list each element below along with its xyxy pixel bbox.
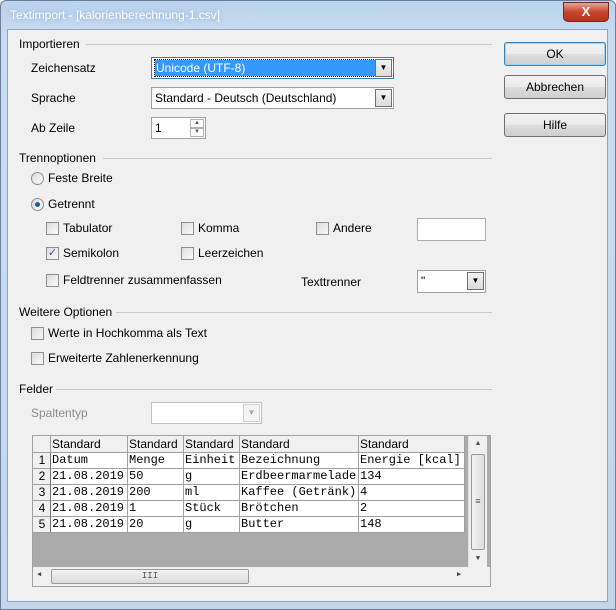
language-value: Standard - Deutsch (Deutschland) xyxy=(155,91,337,105)
text-delimiter-label: Texttrenner xyxy=(301,275,362,289)
fixed-width-label[interactable]: Feste Breite xyxy=(48,171,113,185)
comma-checkbox[interactable] xyxy=(181,222,194,235)
scroll-right-icon[interactable]: ▶ xyxy=(457,570,461,579)
merge-delimiters-label[interactable]: Feldtrenner zusammenfassen xyxy=(63,273,222,287)
grid-cell: 20 xyxy=(128,517,184,533)
from-row-spinner[interactable]: 1 ▲ ▼ xyxy=(151,117,206,139)
grid-cell: 4 xyxy=(359,485,465,501)
chevron-down-icon: ▼ xyxy=(243,404,260,422)
text-delimiter-value: " xyxy=(421,274,426,288)
ok-button[interactable]: OK xyxy=(504,42,606,66)
chevron-down-icon[interactable]: ▼ xyxy=(375,59,392,77)
grid-cell: Energie [kcal] xyxy=(359,453,465,469)
row-number[interactable]: 2 xyxy=(33,469,51,485)
row-number[interactable]: 4 xyxy=(33,501,51,517)
divider xyxy=(86,44,492,45)
chevron-down-icon[interactable]: ▼ xyxy=(375,89,392,107)
grid-cell: 148 xyxy=(359,517,465,533)
column-type-select[interactable]: ▼ xyxy=(151,402,262,424)
detect-special-label[interactable]: Erweiterte Zahlenerkennung xyxy=(48,351,199,365)
scroll-thumb[interactable]: ≡ xyxy=(471,454,485,550)
corner-cell[interactable] xyxy=(33,436,51,453)
tab-label[interactable]: Tabulator xyxy=(63,221,112,235)
space-checkbox[interactable] xyxy=(181,247,194,260)
other-checkbox[interactable] xyxy=(316,222,329,235)
grid-cell: 200 xyxy=(128,485,184,501)
separated-label[interactable]: Getrennt xyxy=(48,197,95,211)
grid-cell: Stück xyxy=(184,501,240,517)
section-other-options: Weitere Optionen xyxy=(19,305,113,319)
grid-cell: 2 xyxy=(359,501,465,517)
other-input[interactable] xyxy=(417,218,486,241)
grid-cell: 134 xyxy=(359,469,465,485)
grid-cell: Butter xyxy=(240,517,359,533)
text-delimiter-select[interactable]: " ▼ xyxy=(417,270,486,293)
grid-cell: 21.08.2019 xyxy=(51,501,128,517)
grid-cell: Erdbeermarmelade xyxy=(240,469,359,485)
grid-cell: Bezeichnung xyxy=(240,453,359,469)
language-select[interactable]: Standard - Deutsch (Deutschland) ▼ xyxy=(151,87,394,109)
column-header[interactable]: Standard xyxy=(184,436,240,453)
section-import: Importieren xyxy=(19,37,80,51)
grid-cell: Brötchen xyxy=(240,501,359,517)
grid-cell: 21.08.2019 xyxy=(51,469,128,485)
divider xyxy=(116,312,492,313)
charset-label: Zeichensatz xyxy=(31,61,96,75)
column-header[interactable]: Standard xyxy=(128,436,184,453)
quoted-as-text-label[interactable]: Werte in Hochkomma als Text xyxy=(48,326,207,340)
grid-cell: Menge xyxy=(128,453,184,469)
cancel-button[interactable]: Abbrechen xyxy=(504,75,606,99)
tab-checkbox[interactable] xyxy=(46,222,59,235)
merge-delimiters-checkbox[interactable] xyxy=(46,274,59,287)
divider xyxy=(56,389,492,390)
scroll-left-icon[interactable]: ◀ xyxy=(37,570,41,579)
grid-cell: ml xyxy=(184,485,240,501)
comma-label[interactable]: Komma xyxy=(198,221,239,235)
chevron-down-icon[interactable]: ▼ xyxy=(467,272,484,290)
scroll-up-icon[interactable]: ▲ xyxy=(469,436,487,452)
grid-cell: g xyxy=(184,469,240,485)
help-button[interactable]: Hilfe xyxy=(504,113,606,137)
column-header[interactable]: Standard xyxy=(240,436,359,453)
row-number[interactable]: 5 xyxy=(33,517,51,533)
grid-cell: Datum xyxy=(51,453,128,469)
language-label: Sprache xyxy=(31,91,76,105)
detect-special-checkbox[interactable] xyxy=(31,352,44,365)
divider xyxy=(103,158,492,159)
column-header[interactable]: Standard xyxy=(51,436,128,453)
from-row-label: Ab Zeile xyxy=(31,121,76,135)
spin-down-icon[interactable]: ▼ xyxy=(190,128,204,137)
other-label[interactable]: Andere xyxy=(333,221,372,235)
grid-cell: Einheit xyxy=(184,453,240,469)
grid-cell: 21.08.2019 xyxy=(51,517,128,533)
from-row-value: 1 xyxy=(155,121,162,135)
separated-radio[interactable] xyxy=(31,198,44,211)
charset-select[interactable]: Unicode (UTF-8) ▼ xyxy=(151,57,394,79)
column-type-label: Spaltentyp xyxy=(31,406,88,420)
row-number[interactable]: 1 xyxy=(33,453,51,469)
window-title: Textimport - [kalorienberechnung-1.csv] xyxy=(10,8,221,22)
fixed-width-radio[interactable] xyxy=(31,172,44,185)
section-fields: Felder xyxy=(19,382,54,396)
charset-value: Unicode (UTF-8) xyxy=(154,59,376,77)
row-number[interactable]: 3 xyxy=(33,485,51,501)
spin-up-icon[interactable]: ▲ xyxy=(190,119,204,128)
scroll-thumb[interactable]: III xyxy=(51,569,249,584)
vertical-scrollbar[interactable]: ▲ ≡ ▼ xyxy=(468,436,487,567)
preview-grid[interactable]: ▲ ≡ ▼ ◀ III ▶ Standard Standard Standard St… xyxy=(32,435,491,587)
grid-cell: Kaffee (Getränk) xyxy=(240,485,359,501)
section-separator: Trennoptionen xyxy=(19,151,96,165)
column-header[interactable]: Standard xyxy=(359,436,465,453)
scroll-down-icon[interactable]: ▼ xyxy=(469,551,487,567)
semicolon-label[interactable]: Semikolon xyxy=(63,246,119,260)
space-label[interactable]: Leerzeichen xyxy=(198,246,263,260)
grid-cell: g xyxy=(184,517,240,533)
semicolon-checkbox[interactable]: ✓ xyxy=(46,247,59,260)
close-button[interactable]: X xyxy=(563,2,609,22)
quoted-as-text-checkbox[interactable] xyxy=(31,327,44,340)
grid-cell: 50 xyxy=(128,469,184,485)
grid-cell: 1 xyxy=(128,501,184,517)
grid-cell: 21.08.2019 xyxy=(51,485,128,501)
horizontal-scrollbar[interactable]: ◀ III ▶ xyxy=(33,567,490,586)
